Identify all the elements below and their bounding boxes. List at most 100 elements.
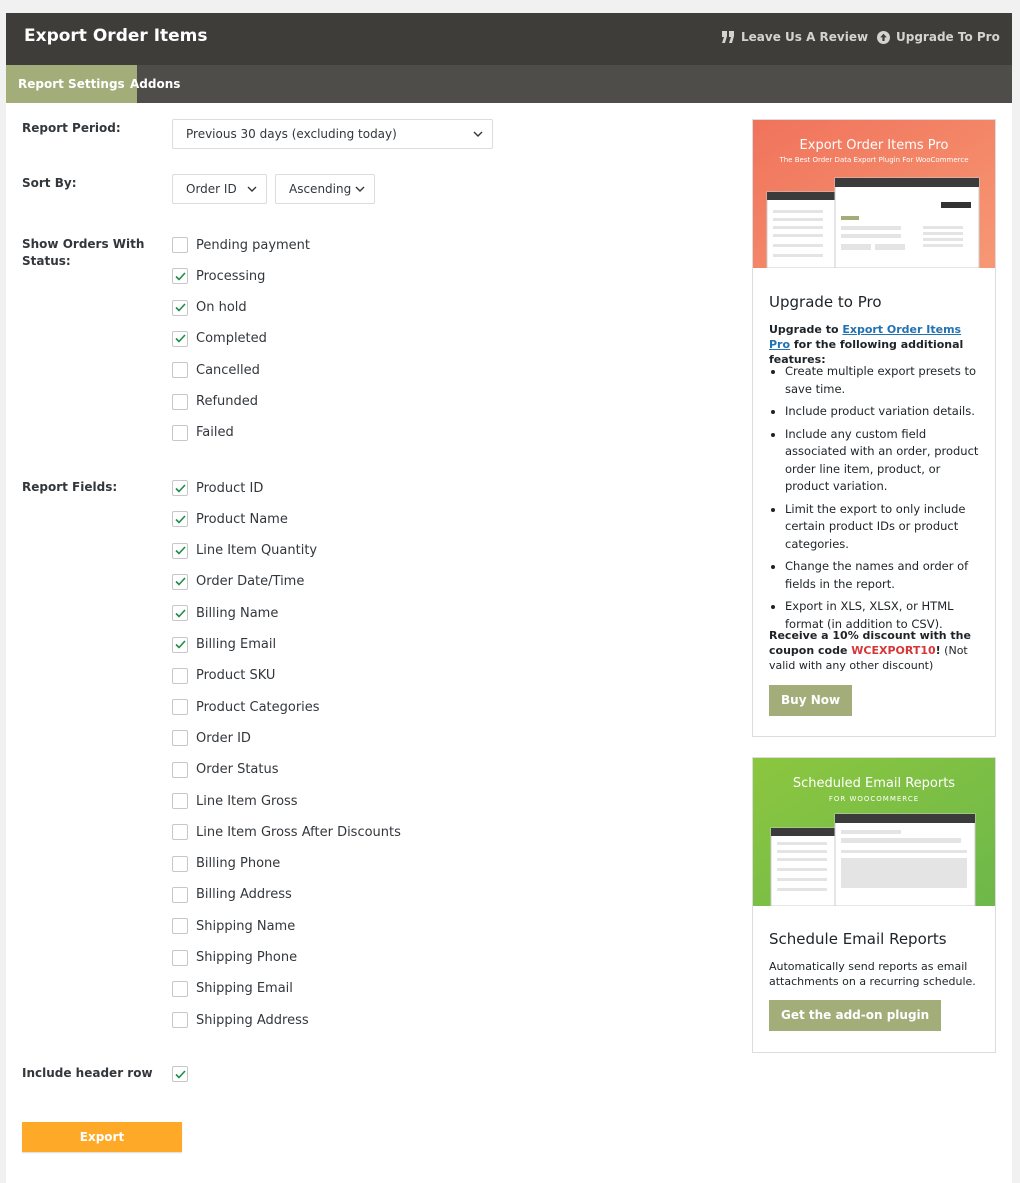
report-field-option[interactable]: Billing Phone [172, 855, 280, 873]
status-option[interactable]: Failed [172, 424, 234, 442]
status-checkbox[interactable] [172, 362, 188, 379]
sort-by-label: Sort By: [22, 176, 77, 190]
report-field-checkbox[interactable] [172, 480, 188, 496]
report-field-checkbox[interactable] [172, 573, 188, 590]
report-field-checkbox[interactable] [172, 699, 188, 716]
report-field-option[interactable]: Billing Name [172, 604, 278, 622]
report-field-label: Billing Address [196, 887, 292, 903]
report-field-checkbox[interactable] [172, 980, 188, 997]
page-edge [1012, 1056, 1020, 1183]
sort-field-value: Order ID [186, 182, 237, 196]
status-checkbox[interactable] [172, 299, 188, 316]
get-addon-plugin-button[interactable]: Get the add-on plugin [769, 1000, 942, 1031]
include-header-row-label: Include header row [22, 1066, 153, 1080]
report-field-option[interactable]: Line Item Gross After Discounts [172, 823, 401, 841]
status-label: Cancelled [196, 362, 260, 378]
report-field-label: Shipping Address [196, 1012, 309, 1028]
report-field-label: Order ID [196, 730, 251, 746]
leave-review-link[interactable]: Leave Us A Review [722, 30, 868, 44]
report-field-checkbox[interactable] [172, 761, 188, 778]
report-period-label: Report Period: [22, 121, 121, 135]
report-field-option[interactable]: Product Name [172, 510, 288, 528]
report-field-checkbox[interactable] [172, 886, 188, 903]
report-field-option[interactable]: Shipping Email [172, 980, 293, 998]
report-field-option[interactable]: Shipping Name [172, 917, 295, 935]
report-field-checkbox[interactable] [172, 605, 188, 622]
report-field-checkbox[interactable] [172, 949, 188, 966]
tab-addons[interactable]: Addons [118, 65, 192, 103]
schedule-email-heading: Schedule Email Reports [769, 930, 947, 948]
report-field-checkbox[interactable] [172, 511, 188, 528]
status-label: Show Orders With Status: [22, 236, 144, 270]
report-field-option[interactable]: Billing Email [172, 636, 276, 654]
status-label: Pending payment [196, 237, 311, 253]
include-header-row-checkbox[interactable] [172, 1066, 188, 1082]
status-checkbox[interactable] [172, 424, 188, 441]
status-option[interactable]: Refunded [172, 393, 258, 411]
upgrade-pro-card: Export Order Items Pro The Best Order Da… [752, 119, 996, 737]
status-checkbox[interactable] [172, 237, 188, 253]
upgrade-pro-banner-image: Export Order Items Pro The Best Order Da… [753, 120, 995, 268]
report-field-option[interactable]: Order Status [172, 761, 279, 779]
checkmark-icon [174, 609, 186, 618]
status-option[interactable]: Completed [172, 330, 267, 348]
tab-bar: Report Settings Addons [6, 65, 1012, 103]
report-field-option[interactable]: Shipping Address [172, 1011, 309, 1029]
chevron-down-icon [247, 186, 257, 192]
status-checkbox[interactable] [172, 393, 188, 410]
report-field-label: Product ID [196, 480, 264, 496]
sort-field-select[interactable]: Order ID [172, 174, 267, 204]
upgrade-pro-heading: Upgrade to Pro [769, 293, 882, 311]
status-option[interactable]: On hold [172, 299, 247, 317]
status-option[interactable]: Pending payment [172, 236, 310, 254]
chevron-down-icon [473, 131, 483, 137]
checkmark-icon [174, 334, 186, 344]
buy-now-button[interactable]: Buy Now [769, 685, 853, 716]
report-field-checkbox[interactable] [172, 855, 188, 872]
report-field-option[interactable]: Product Categories [172, 698, 320, 716]
report-field-label: Product SKU [196, 668, 276, 684]
schedule-email-banner-image: Scheduled Email Reports FOR WOOCOMMERCE [753, 758, 995, 906]
checkmark-icon [174, 546, 186, 555]
report-field-option[interactable]: Line Item Quantity [172, 542, 317, 560]
include-header-row-option[interactable] [172, 1065, 188, 1083]
report-field-label: Shipping Name [196, 918, 296, 934]
report-field-option[interactable]: Line Item Gross [172, 792, 298, 810]
status-checkbox[interactable] [172, 268, 188, 285]
features-list: Create multiple export presets to save t… [769, 363, 981, 633]
report-field-checkbox[interactable] [172, 730, 188, 747]
status-option[interactable]: Processing [172, 267, 265, 285]
status-option[interactable]: Cancelled [172, 361, 260, 379]
report-field-option[interactable]: Order ID [172, 729, 251, 747]
report-field-checkbox[interactable] [172, 636, 188, 653]
report-field-option[interactable]: Shipping Phone [172, 949, 297, 967]
status-checkbox[interactable] [172, 330, 188, 347]
report-field-checkbox[interactable] [172, 1012, 188, 1029]
report-field-option[interactable]: Product SKU [172, 667, 275, 685]
report-field-checkbox[interactable] [172, 793, 188, 809]
feature-item: Include any custom field associated with… [785, 426, 981, 496]
quote-icon [722, 31, 734, 43]
export-button[interactable]: Export [22, 1122, 182, 1152]
report-field-checkbox[interactable] [172, 667, 188, 684]
checkmark-icon [174, 577, 186, 587]
upgrade-to-pro-link[interactable]: Upgrade To Pro [877, 30, 1000, 44]
report-field-option[interactable]: Product ID [172, 479, 263, 497]
chevron-down-icon [355, 186, 365, 192]
report-field-checkbox[interactable] [172, 824, 188, 841]
sort-direction-select[interactable]: Ascending [275, 174, 375, 204]
report-field-option[interactable]: Billing Address [172, 886, 292, 904]
report-field-checkbox[interactable] [172, 918, 188, 935]
feature-item: Change the names and order of fields in … [785, 558, 981, 593]
checkmark-icon [174, 640, 186, 649]
report-field-checkbox[interactable] [172, 542, 188, 559]
report-field-label: Line Item Quantity [196, 543, 318, 559]
report-field-label: Shipping Phone [196, 950, 298, 965]
checkmark-icon [174, 515, 186, 524]
report-period-select[interactable]: Previous 30 days (excluding today) [172, 119, 493, 149]
report-fields-label: Report Fields: [22, 480, 118, 494]
report-field-label: Billing Email [196, 637, 277, 652]
plugin-page: Export Order Items Leave Us A Review Upg… [6, 13, 1012, 1183]
report-field-label: Product Categories [196, 699, 320, 715]
report-field-option[interactable]: Order Date/Time [172, 573, 304, 591]
